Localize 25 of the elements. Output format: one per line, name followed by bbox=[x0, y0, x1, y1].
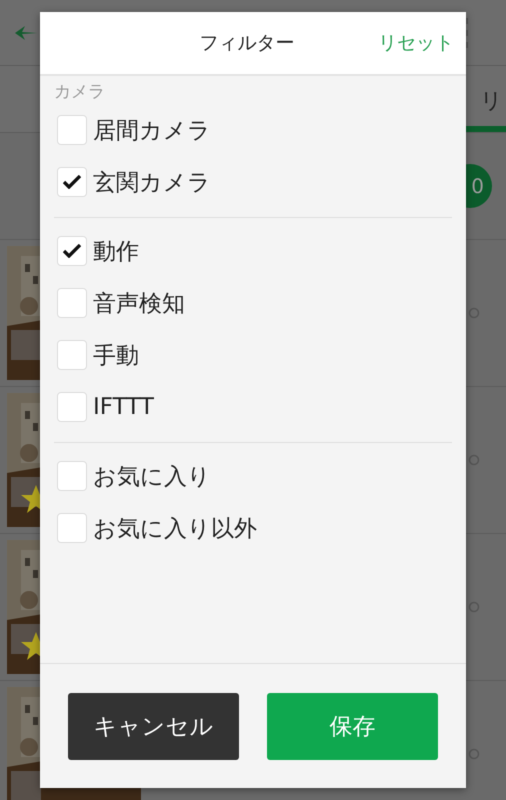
cancel-button[interactable]: キャンセル bbox=[68, 693, 239, 760]
radio-icon[interactable] bbox=[468, 454, 480, 466]
radio-icon[interactable] bbox=[468, 748, 480, 760]
checkbox-label[interactable]: 手動 bbox=[93, 340, 139, 370]
check-icon bbox=[63, 175, 81, 189]
checkbox[interactable] bbox=[57, 288, 87, 318]
checkbox[interactable] bbox=[57, 513, 87, 543]
checkbox[interactable] bbox=[57, 340, 87, 370]
checkbox-label[interactable]: お気に入り bbox=[93, 460, 211, 492]
checkbox-label[interactable]: 動作 bbox=[93, 236, 139, 266]
check-icon bbox=[63, 244, 81, 258]
checkbox[interactable] bbox=[57, 236, 87, 266]
checkbox[interactable] bbox=[57, 461, 87, 491]
checkbox-label[interactable]: 音声検知 bbox=[93, 288, 185, 318]
dialog-title: フィルター bbox=[200, 31, 294, 56]
section-label: カメラ bbox=[54, 81, 106, 104]
checkbox-label[interactable]: IFTTT bbox=[93, 394, 154, 420]
checkbox[interactable] bbox=[57, 167, 87, 197]
checkbox-label[interactable]: 居間カメラ bbox=[93, 114, 211, 146]
radio-icon[interactable] bbox=[468, 307, 480, 319]
checkbox-label[interactable]: お気に入り以外 bbox=[93, 512, 257, 544]
checkbox[interactable] bbox=[57, 392, 87, 422]
radio-icon[interactable] bbox=[468, 601, 480, 613]
checkbox[interactable] bbox=[57, 115, 87, 145]
checkbox-label[interactable]: 玄関カメラ bbox=[93, 166, 211, 198]
